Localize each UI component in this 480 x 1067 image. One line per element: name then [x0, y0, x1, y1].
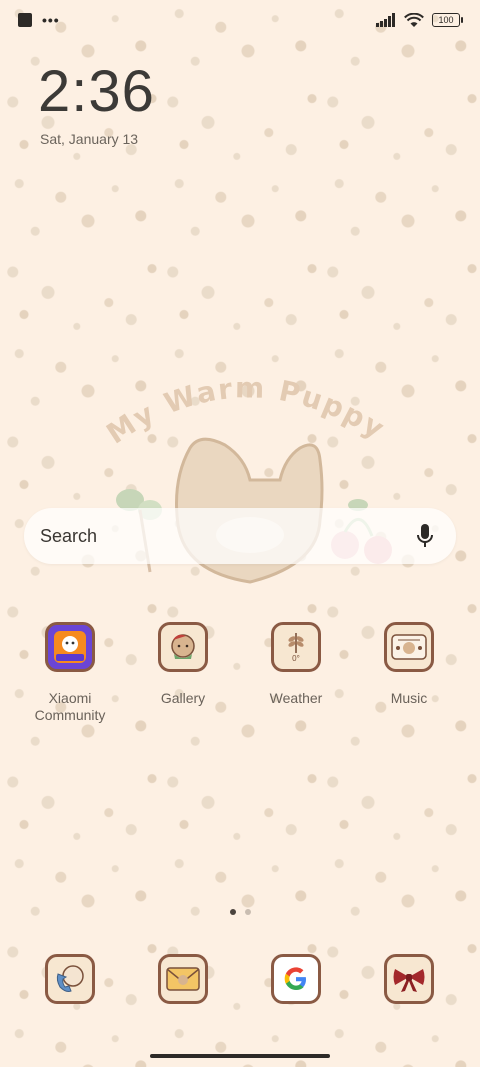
signal-icon: [376, 13, 395, 27]
status-right: 100: [376, 13, 463, 27]
battery-indicator: 100: [432, 13, 463, 27]
wallpaper-art: My Warm Puppy: [101, 371, 392, 584]
dock-google[interactable]: [240, 954, 352, 1004]
page-dot-1[interactable]: [229, 909, 236, 915]
app-music[interactable]: Music: [353, 622, 465, 707]
search-bar[interactable]: Search: [24, 508, 456, 564]
wifi-icon: [404, 13, 424, 27]
home-gesture-bar[interactable]: [150, 1054, 330, 1058]
page-dot-2[interactable]: [244, 909, 251, 915]
messages-icon: [158, 954, 208, 1004]
app-label-gallery: Gallery: [160, 690, 206, 706]
dock-bow-app[interactable]: [353, 954, 465, 1004]
xiaomi-community-icon: [45, 622, 95, 672]
svg-text:My Warm Puppy: My Warm Puppy: [101, 371, 392, 450]
bow-icon: [384, 954, 434, 1004]
notification-app-icon: [18, 13, 32, 27]
page-indicator: [0, 909, 480, 915]
microphone-icon[interactable]: [416, 523, 434, 549]
app-label-xiaomi-community: Xiaomi Community: [34, 690, 106, 723]
app-weather[interactable]: 0° Weather: [240, 622, 352, 707]
weather-temp: 0°: [292, 654, 300, 663]
app-xiaomi-community[interactable]: Xiaomi Community: [14, 622, 126, 724]
search-label: Search: [40, 525, 98, 546]
app-label-music: Music: [390, 690, 428, 706]
clock-time[interactable]: 2:36: [38, 58, 155, 125]
more-notifications-icon: •••: [42, 12, 60, 28]
google-icon: [271, 954, 321, 1004]
clock-date[interactable]: Sat, January 13: [40, 131, 138, 147]
phone-icon: [45, 954, 95, 1004]
status-bar: ••• 100: [0, 0, 480, 40]
app-label-weather: Weather: [269, 690, 323, 706]
wallpaper-title: My Warm Puppy: [101, 371, 390, 450]
gallery-icon: [158, 622, 208, 672]
status-left: •••: [18, 12, 60, 28]
music-icon: [384, 622, 434, 672]
app-gallery[interactable]: Gallery: [127, 622, 239, 707]
dock-messages[interactable]: [127, 954, 239, 1004]
weather-icon: 0°: [271, 622, 321, 672]
dock-phone[interactable]: [14, 954, 126, 1004]
